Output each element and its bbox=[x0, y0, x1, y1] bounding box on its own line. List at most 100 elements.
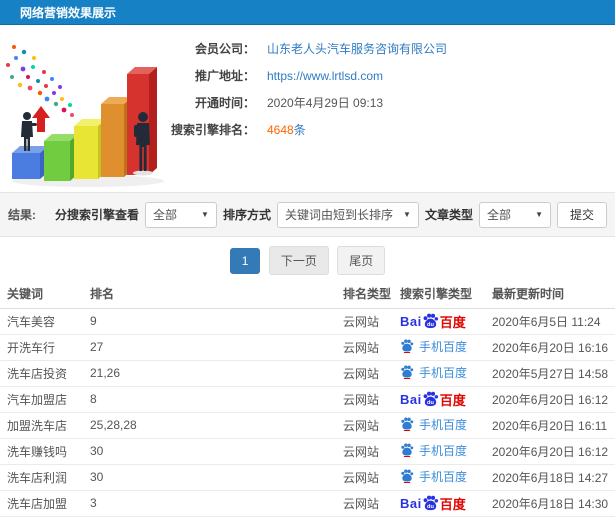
baidu-paw-icon bbox=[401, 417, 414, 432]
keyword-cell: 开洗车行 bbox=[0, 334, 90, 361]
rank-cell[interactable]: 3 bbox=[90, 490, 343, 517]
rank-type-cell: 云网站 bbox=[343, 490, 400, 517]
baidu-logo-cn: 百度 bbox=[439, 392, 466, 408]
engine-type-cell: 手机百度 bbox=[400, 334, 492, 361]
table-row: 加盟洗车店 25,28,28 云网站 手机百度 2020年6月20日 16:11 bbox=[0, 412, 615, 439]
baidu-paw-icon: du bbox=[423, 313, 438, 328]
article-type-select[interactable]: 全部 ▼ bbox=[478, 201, 551, 228]
last-page-button[interactable]: 尾页 bbox=[337, 246, 386, 275]
update-time-cell: 2020年6月20日 16:12 bbox=[492, 386, 615, 413]
engine-type-cell: 手机百度 bbox=[400, 412, 492, 439]
update-time-cell: 2020年5月27日 14:58 bbox=[492, 360, 615, 387]
filter-bar: 结果: 分搜索引擎查看 全部 ▼ 排序方式 关键词由短到长排序 ▼ 文章类型 全… bbox=[0, 192, 615, 237]
rank-type-cell: 云网站 bbox=[343, 412, 400, 439]
baidu-paw-icon bbox=[401, 365, 414, 380]
rank-cell[interactable]: 21,26 bbox=[90, 360, 343, 387]
bar-chart-illustration bbox=[0, 25, 170, 190]
submit-button[interactable]: 提交 bbox=[556, 201, 607, 228]
rank-type-cell: 云网站 bbox=[343, 438, 400, 465]
engine-select-value: 全部 bbox=[152, 208, 177, 222]
keyword-cell: 洗车店利润 bbox=[0, 464, 90, 491]
update-time-cell: 2020年6月5日 11:24 bbox=[492, 308, 615, 335]
engine-filter-label: 分搜索引擎查看 bbox=[54, 208, 139, 222]
column-header-rank: 排名 bbox=[90, 280, 343, 309]
baidu-logo-text: Bai bbox=[400, 391, 422, 407]
mobile-baidu-logo: 手机百度 bbox=[400, 416, 467, 433]
titlebar: 网络营销效果展示 bbox=[0, 0, 615, 25]
update-time-cell: 2020年6月18日 14:27 bbox=[492, 464, 615, 491]
page-1-button[interactable]: 1 bbox=[229, 248, 261, 274]
table-row: 汽车加盟店 8 云网站 Bai du 百度 2020年6月20日 16:12 bbox=[0, 386, 615, 413]
ranking-count-suffix: 条 bbox=[293, 123, 306, 137]
baidu-paw-icon: du bbox=[423, 495, 438, 510]
rank-type-cell: 云网站 bbox=[343, 464, 400, 491]
mobile-baidu-label: 手机百度 bbox=[419, 339, 468, 354]
promotion-url-link[interactable]: https://www.lrtlsd.com bbox=[267, 69, 383, 83]
update-time-cell: 2020年6月20日 16:11 bbox=[492, 412, 615, 439]
sort-select[interactable]: 关键词由短到长排序 ▼ bbox=[276, 201, 419, 228]
ranking-count-label: 搜索引擎排名： bbox=[170, 123, 255, 137]
mobile-baidu-logo: 手机百度 bbox=[400, 364, 467, 381]
chevron-down-icon: ▼ bbox=[201, 210, 209, 219]
result-label: 结果: bbox=[8, 208, 36, 222]
member-info: 会员公司： 山东老人头汽车服务咨询有限公司 推广地址： https://www.… bbox=[170, 25, 447, 192]
ranking-count-value: 4648条 bbox=[267, 121, 306, 138]
url-label: 推广地址： bbox=[194, 69, 255, 83]
rank-cell[interactable]: 27 bbox=[90, 334, 343, 361]
company-link[interactable]: 山东老人头汽车服务咨询有限公司 bbox=[267, 40, 447, 57]
mobile-baidu-label: 手机百度 bbox=[419, 417, 468, 432]
table-row: 开洗车行 27 云网站 手机百度 2020年6月20日 16:16 bbox=[0, 334, 615, 361]
info-row-url: 推广地址： https://www.lrtlsd.com bbox=[170, 62, 447, 89]
baidu-logo-cn: 百度 bbox=[439, 314, 466, 330]
baidu-logo-text: Bai bbox=[400, 313, 422, 329]
engine-select[interactable]: 全部 ▼ bbox=[144, 201, 217, 228]
rank-cell[interactable]: 8 bbox=[90, 386, 343, 413]
article-type-select-value: 全部 bbox=[486, 208, 511, 222]
baidu-paw-icon: du bbox=[423, 391, 438, 406]
baidu-paw-icon bbox=[401, 469, 414, 484]
engine-type-cell: Bai du 百度 bbox=[400, 490, 492, 517]
column-header-keyword: 关键词 bbox=[0, 280, 90, 309]
svg-text:du: du bbox=[427, 322, 434, 328]
rank-cell[interactable]: 30 bbox=[90, 438, 343, 465]
company-label: 会员公司： bbox=[194, 42, 255, 56]
baidu-logo: Bai du 百度 bbox=[400, 390, 466, 409]
table-row: 洗车赚钱吗 30 云网站 手机百度 2020年6月20日 16:12 bbox=[0, 438, 615, 465]
mobile-baidu-label: 手机百度 bbox=[419, 443, 468, 458]
next-page-button[interactable]: 下一页 bbox=[268, 246, 329, 275]
rank-type-cell: 云网站 bbox=[343, 386, 400, 413]
keyword-cell: 洗车店加盟 bbox=[0, 490, 90, 517]
baidu-paw-icon bbox=[401, 443, 414, 458]
bar-chart-graphic bbox=[6, 45, 164, 187]
article-type-label: 文章类型 bbox=[424, 208, 473, 222]
baidu-logo: Bai du 百度 bbox=[400, 494, 466, 513]
column-header-update-time: 最新更新时间 bbox=[492, 280, 615, 309]
engine-type-cell: Bai du 百度 bbox=[400, 308, 492, 335]
confetti-dots bbox=[6, 45, 74, 117]
keyword-cell: 汽车美容 bbox=[0, 308, 90, 335]
open-time-value: 2020年4月29日 09:13 bbox=[267, 96, 384, 110]
keyword-cell: 洗车赚钱吗 bbox=[0, 438, 90, 465]
pagination: 1 下一页 尾页 bbox=[0, 237, 615, 280]
chevron-down-icon: ▼ bbox=[403, 210, 411, 219]
engine-type-cell: 手机百度 bbox=[400, 360, 492, 387]
table-row: 汽车美容 9 云网站 Bai du 百度 2020年6月5日 11:24 bbox=[0, 308, 615, 335]
mobile-baidu-label: 手机百度 bbox=[419, 365, 468, 380]
svg-text:du: du bbox=[427, 400, 434, 406]
keyword-cell: 汽车加盟店 bbox=[0, 386, 90, 413]
info-row-ranking-count: 搜索引擎排名： 4648条 bbox=[170, 116, 447, 143]
update-time-cell: 2020年6月18日 14:30 bbox=[492, 490, 615, 517]
sort-filter-label: 排序方式 bbox=[222, 208, 271, 222]
baidu-logo-text: Bai bbox=[400, 495, 422, 511]
table-row: 洗车店加盟 3 云网站 Bai du 百度 2020年6月18日 14:30 bbox=[0, 490, 615, 517]
rank-type-cell: 云网站 bbox=[343, 334, 400, 361]
baidu-paw-icon bbox=[401, 339, 414, 354]
rank-cell[interactable]: 25,28,28 bbox=[90, 412, 343, 439]
sort-select-value: 关键词由短到长排序 bbox=[284, 208, 393, 222]
baidu-logo: Bai du 百度 bbox=[400, 312, 466, 331]
info-row-company: 会员公司： 山东老人头汽车服务咨询有限公司 bbox=[170, 35, 447, 62]
mobile-baidu-logo: 手机百度 bbox=[400, 442, 467, 459]
rank-cell[interactable]: 30 bbox=[90, 464, 343, 491]
rank-cell[interactable]: 9 bbox=[90, 308, 343, 335]
keyword-cell: 加盟洗车店 bbox=[0, 412, 90, 439]
